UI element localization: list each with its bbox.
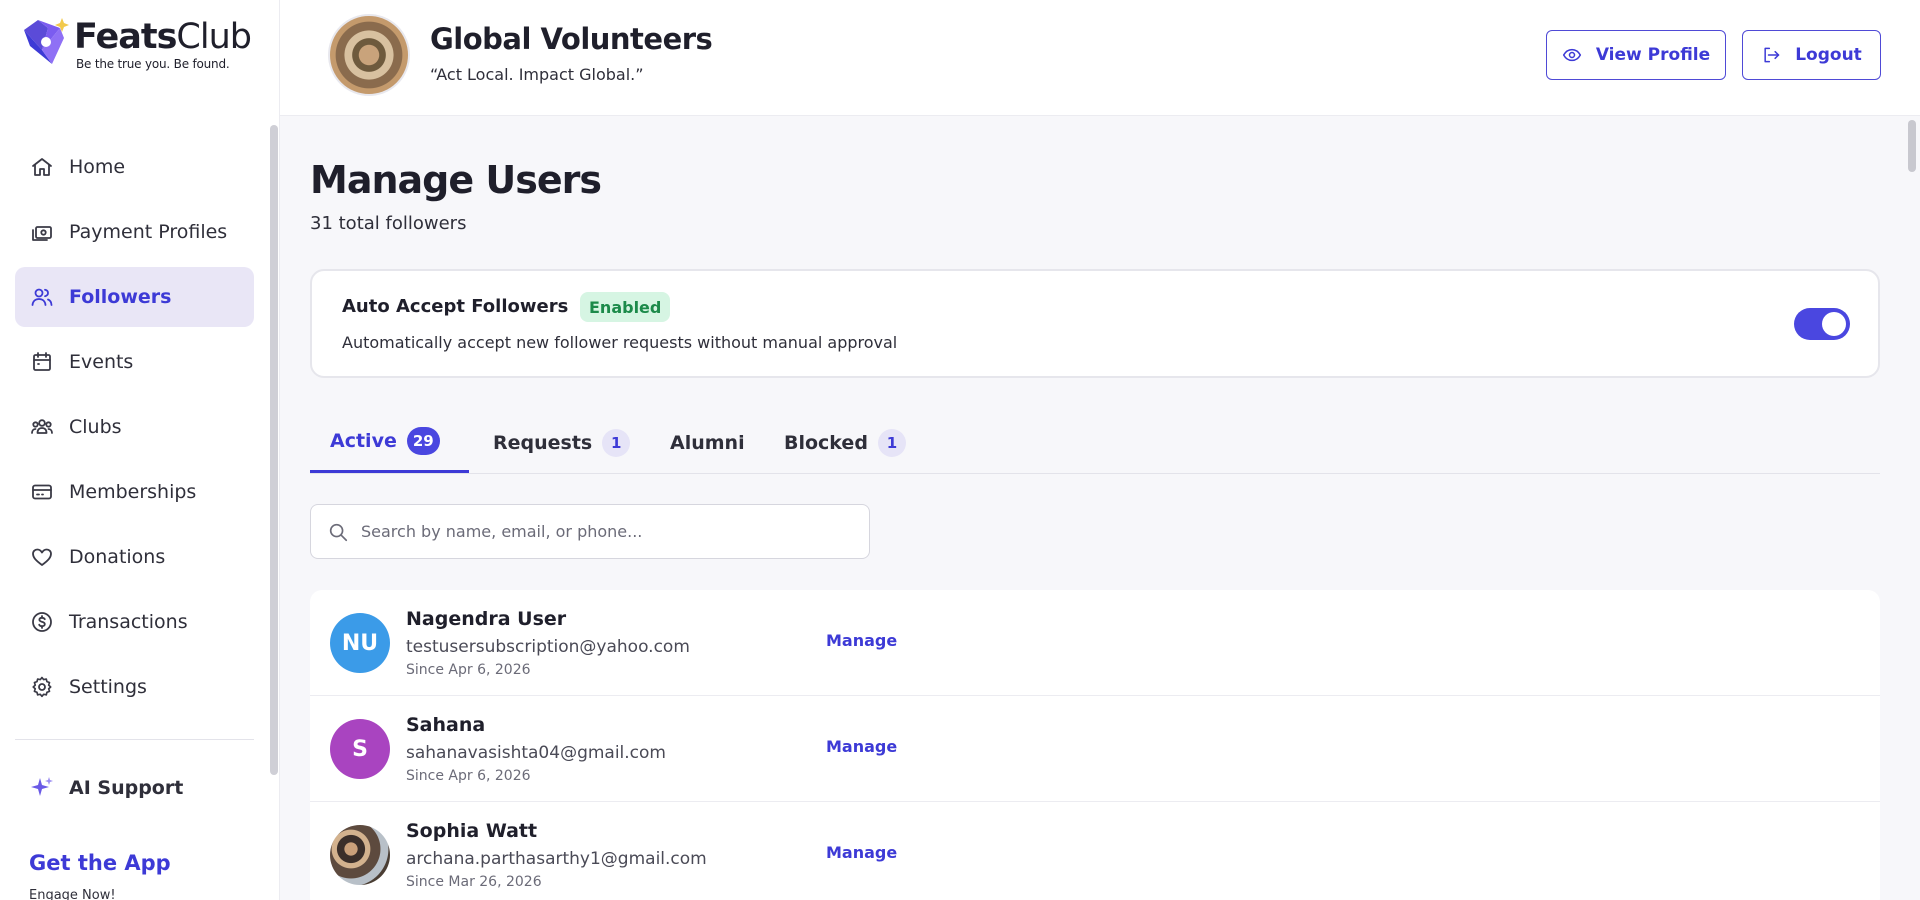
avatar [330,825,390,885]
cash-icon [29,219,55,245]
user-since: Since Apr 6, 2026 [406,768,531,784]
home-icon [29,154,55,180]
view-profile-button[interactable]: View Profile [1546,30,1726,80]
user-email: sahanavasishta04@gmail.com [406,743,666,763]
sidebar: FeatsClub Be the true you. Be found. Hom… [0,0,280,900]
gear-icon [29,674,55,700]
tab-count-badge: 29 [406,427,440,455]
user-name: Nagendra User [406,608,567,630]
tab-label: Alumni [670,432,745,454]
auto-accept-card: Auto Accept Followers Enabled Automatica… [310,269,1880,378]
page-title: Manage Users [310,158,602,202]
sidebar-item-payment-profiles[interactable]: Payment Profiles [15,202,254,262]
tab-label: Active [330,430,397,452]
user-email: testusersubscription@yahoo.com [406,637,690,657]
engage-now-text: Engage Now! [29,888,116,900]
avatar: NU [330,613,390,673]
auto-accept-description: Automatically accept new follower reques… [342,333,898,352]
sidebar-item-events[interactable]: Events [15,332,254,392]
sidebar-item-label: Followers [69,286,172,308]
manage-button[interactable]: Manage [826,737,897,756]
top-header: Global Volunteers “Act Local. Impact Glo… [280,0,1920,116]
sidebar-item-label: Events [69,351,134,373]
followers-list: NU Nagendra User testusersubscription@ya… [310,590,1880,900]
card-icon [29,479,55,505]
sidebar-item-label: Transactions [69,611,188,633]
group-icon [29,414,55,440]
search-icon [329,523,348,541]
sidebar-item-label: Settings [69,676,147,698]
tab-blocked[interactable]: Blocked 1 [784,412,906,474]
sidebar-item-label: Home [69,156,126,178]
tab-active[interactable]: Active 29 [310,412,469,473]
tab-count-badge: 1 [602,429,631,457]
brand-name: FeatsClub [74,17,252,57]
auto-accept-toggle[interactable] [1794,308,1850,340]
tab-requests[interactable]: Requests 1 [493,412,631,474]
sidebar-item-label: Payment Profiles [69,221,228,243]
org-motto: “Act Local. Impact Global.” [430,65,644,84]
ai-support-label: AI Support [69,777,184,799]
sidebar-item-donations[interactable]: Donations [15,527,254,587]
sidebar-item-label: Donations [69,546,166,568]
eye-icon [1562,48,1581,62]
user-name: Sahana [406,714,486,736]
tab-label: Requests [493,432,593,454]
search-input[interactable] [361,522,841,541]
users-icon [29,284,55,310]
logout-label: Logout [1795,45,1862,65]
sidebar-divider [15,739,254,740]
toggle-knob [1822,312,1846,336]
followers-count: 31 total followers [310,213,467,234]
search-box [310,504,870,559]
sidebar-item-clubs[interactable]: Clubs [15,397,254,457]
dollar-circle-icon [29,609,55,635]
sidebar-item-transactions[interactable]: Transactions [15,592,254,652]
user-email: archana.parthasarthy1@gmail.com [406,849,707,869]
brand-logo[interactable]: FeatsClub Be the true you. Be found. [20,16,252,71]
calendar-icon [29,349,55,375]
table-row: Sophia Watt archana.parthasarthy1@gmail.… [310,802,1880,900]
user-since: Since Apr 6, 2026 [406,662,531,678]
view-profile-label: View Profile [1595,45,1711,65]
sidebar-item-settings[interactable]: Settings [15,657,254,717]
sidebar-item-home[interactable]: Home [15,137,254,197]
avatar: S [330,719,390,779]
sidebar-item-followers[interactable]: Followers [15,267,254,327]
followers-tabs: Active 29 Requests 1 Alumni Blocked 1 [310,412,1880,474]
heart-icon [29,544,55,570]
manage-button[interactable]: Manage [826,631,897,650]
featsclub-logo-icon [20,16,72,68]
sidebar-scrollbar[interactable] [270,125,278,775]
org-avatar [328,14,410,96]
logout-button[interactable]: Logout [1742,30,1881,80]
brand-tagline: Be the true you. Be found. [76,57,230,71]
org-name: Global Volunteers [430,22,713,56]
table-row: NU Nagendra User testusersubscription@ya… [310,590,1880,696]
status-badge: Enabled [580,292,671,322]
logout-icon [1764,47,1780,63]
sparkle-icon [29,775,55,801]
get-the-app-link[interactable]: Get the App [29,851,171,875]
table-row: S Sahana sahanavasishta04@gmail.com Sinc… [310,696,1880,802]
manage-button[interactable]: Manage [826,843,897,862]
user-since: Since Mar 26, 2026 [406,874,542,890]
user-name: Sophia Watt [406,820,538,842]
ai-support-link[interactable]: AI Support [29,775,183,801]
sidebar-item-memberships[interactable]: Memberships [15,462,254,522]
sidebar-item-label: Clubs [69,416,122,438]
tab-count-badge: 1 [877,429,906,457]
sidebar-nav: Home Payment Profiles Followers Events C… [15,137,254,722]
main-scrollbar[interactable] [1908,120,1916,172]
tab-alumni[interactable]: Alumni [670,412,745,474]
tab-label: Blocked [784,432,868,454]
auto-accept-title: Auto Accept Followers [342,296,569,317]
sidebar-item-label: Memberships [69,481,197,503]
